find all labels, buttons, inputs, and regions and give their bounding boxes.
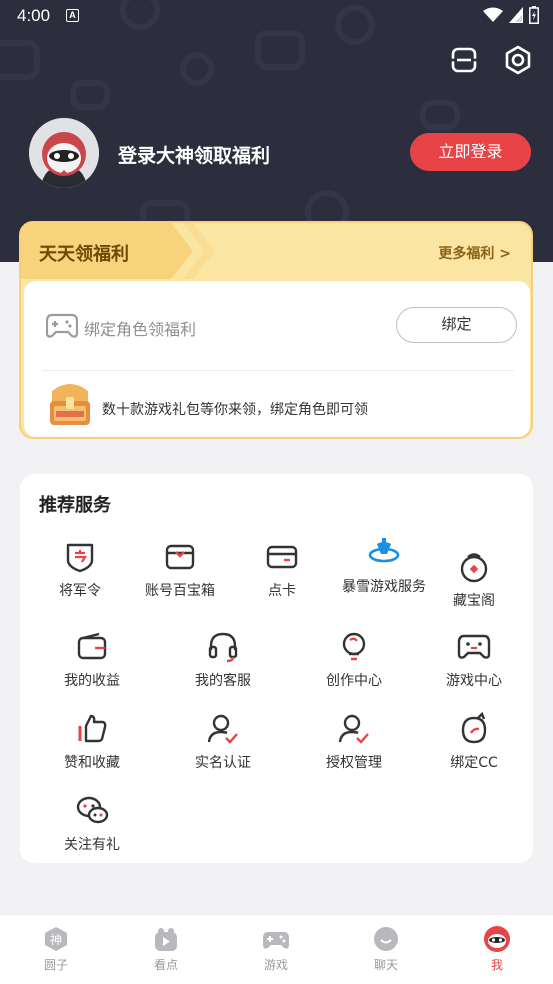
user-verify-icon [207,714,238,744]
status-bar: 4:00 A [0,0,553,32]
service-label: 实名认证 [195,755,251,771]
gift-chest-icon [50,384,90,425]
lightbulb-icon [342,632,366,661]
avatar[interactable] [29,118,99,188]
tab-label: 看点 [153,958,178,972]
cell-signal-icon [509,7,523,23]
cc-bind-icon [461,712,487,744]
card-icon [266,545,298,569]
welfare-title: 天天领福利 [39,244,129,265]
tab-chat[interactable]: 聊天 [351,925,421,973]
gift-description: 数十款游戏礼包等你来领，绑定角色即可领 [102,402,368,418]
service-item-creator-center[interactable]: 创作中心 [294,630,414,690]
status-icons [483,6,539,24]
welfare-body: 绑定角色领福利 绑定 数十款游戏礼包等你来领，绑定角色即可领 [24,281,530,437]
service-item-follow-gift[interactable]: 关注有礼 [32,794,152,854]
chat-icon [374,927,398,951]
bind-role-label: 绑定角色领福利 [84,320,197,339]
chat-bubbles-icon [76,796,109,824]
service-label: 授权管理 [326,755,382,771]
background-pattern [420,100,460,130]
service-item-likes-favorites[interactable]: 赞和收藏 [32,712,152,772]
settings-icon[interactable] [502,44,534,76]
tab-label: 我 [490,958,503,972]
svg-text:神: 神 [50,933,62,947]
wallet-icon [77,632,107,660]
gamepad-icon [263,932,289,949]
gamepad-icon [457,634,491,659]
service-label: 我的客服 [195,673,251,689]
battery-icon [529,6,539,24]
blizzard-icon [368,538,400,563]
service-label: 赞和收藏 [64,755,120,771]
headset-icon [208,632,238,663]
login-prompt[interactable]: 登录大神领取福利 [118,141,270,168]
background-pattern [180,52,214,86]
service-label: 藏宝阁 [453,593,495,609]
status-time: 4:00 [17,6,51,25]
tab-label: 圆子 [43,958,68,972]
login-button[interactable]: 立即登录 [410,133,531,171]
tab-yuanzi[interactable]: 神 圆子 [21,925,91,973]
daily-welfare-card: 天天领福利 更多福利 > 绑定角色领福利 绑定 数十款游戏礼包等你来领，绑定角色… [19,221,533,439]
wifi-icon [483,7,503,22]
more-welfare-link[interactable]: 更多福利 > [438,243,511,263]
notification-badge-icon: A [66,9,79,22]
tab-label: 聊天 [373,958,398,972]
service-item-authorization[interactable]: 授权管理 [294,712,414,772]
tab-games[interactable]: 游戏 [241,925,311,973]
scan-icon[interactable] [448,44,480,76]
treasure-pavilion-icon [460,553,488,583]
service-item-bind-cc[interactable]: 绑定CC [414,712,534,772]
service-label: 创作中心 [326,673,382,689]
default-avatar-icon [29,118,99,188]
tab-kandian[interactable]: 看点 [131,925,201,973]
tab-me[interactable]: 我 [462,925,532,973]
service-item-treasure-pavilion[interactable]: 藏宝阁 [434,550,514,610]
gamepad-add-icon [46,313,78,338]
divider [42,370,514,371]
service-label: 暴雪游戏服务 [342,579,426,595]
shield-token-icon [66,543,94,573]
service-item-real-name-verify[interactable]: 实名认证 [163,712,283,772]
services-title: 推荐服务 [39,495,111,516]
tab-label: 游戏 [263,958,288,972]
background-pattern [70,80,110,110]
bind-button[interactable]: 绑定 [396,307,517,343]
video-icon [155,928,177,951]
service-label: 游戏中心 [446,673,502,689]
service-label: 我的收益 [64,673,120,689]
service-label: 绑定CC [450,755,498,771]
me-avatar-icon [484,926,510,952]
service-item-blizzard[interactable]: 暴雪游戏服务 [324,536,444,596]
treasure-box-icon [165,544,195,570]
service-item-my-earnings[interactable]: 我的收益 [32,630,152,690]
background-pattern [255,30,305,70]
service-item-game-center[interactable]: 游戏中心 [414,630,534,690]
shen-icon: 神 [45,927,67,951]
service-item-customer-service[interactable]: 我的客服 [163,630,283,690]
welfare-header: 天天领福利 更多福利 > [21,223,531,279]
thumbs-up-icon [78,714,107,743]
background-pattern [0,40,40,80]
user-authorize-icon [338,714,369,744]
service-label: 关注有礼 [64,837,120,853]
bottom-tab-bar: 神 圆子 看点 游戏 聊天 我 [0,914,553,984]
recommended-services-card: 推荐服务 将军令 账号百宝箱 点卡 暴雪游戏服务 藏宝阁 我的收益 我的客服 创… [20,474,533,863]
